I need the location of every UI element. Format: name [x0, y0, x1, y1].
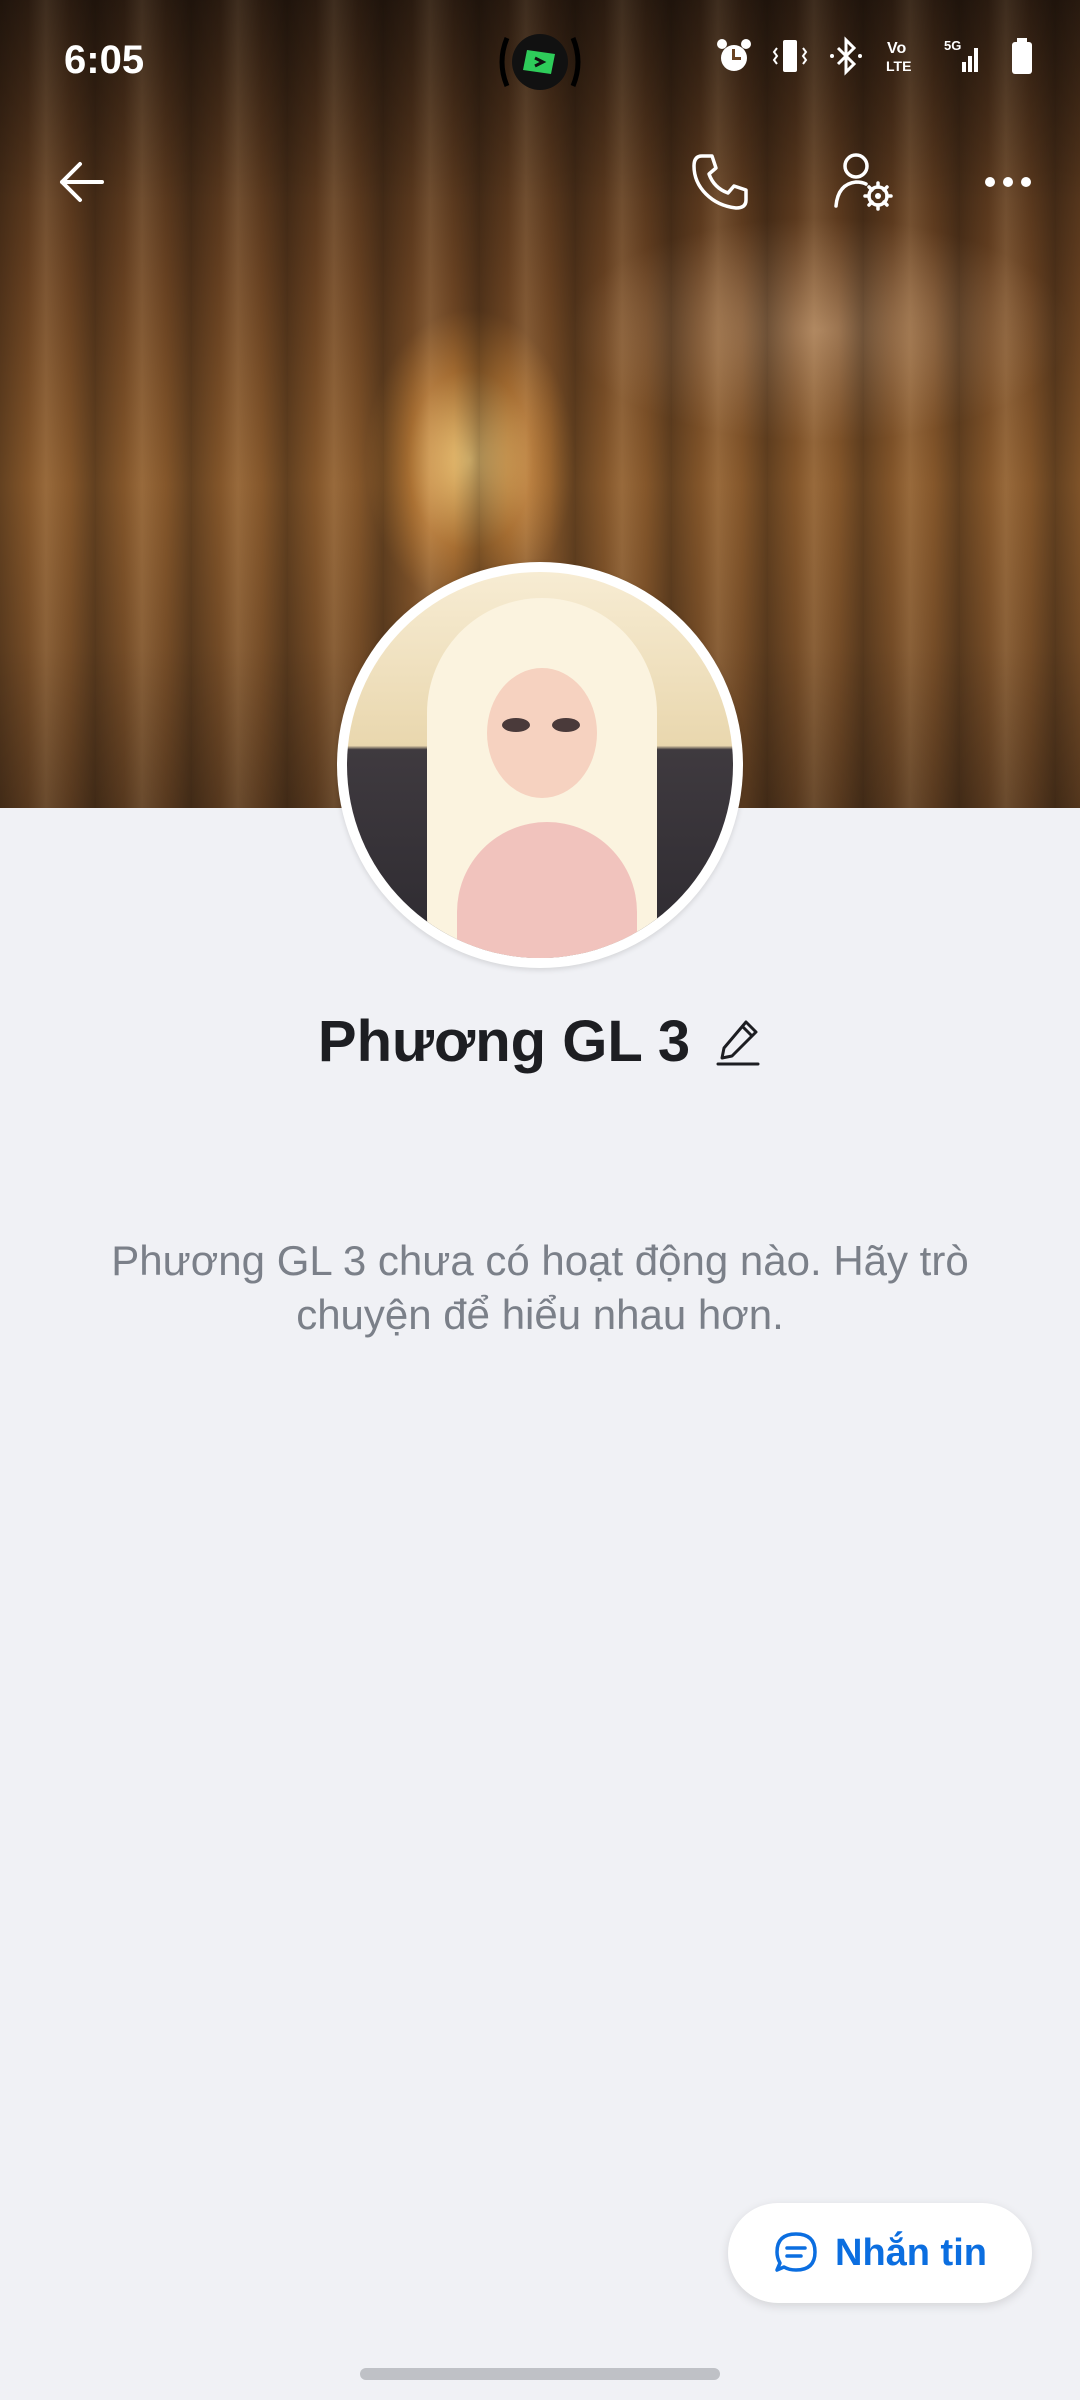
pencil-icon: [716, 1020, 760, 1065]
edit-name-button[interactable]: [714, 1016, 762, 1068]
back-button[interactable]: [38, 138, 126, 226]
avatar-image: [347, 572, 733, 958]
more-button[interactable]: [964, 138, 1052, 226]
home-indicator[interactable]: [360, 2368, 720, 2380]
message-button[interactable]: Nhắn tin: [728, 2203, 1032, 2303]
app-notification-icon: [493, 30, 587, 94]
volte-icon: VoLTE: [886, 40, 911, 74]
status-bar: 6:05 Vo LTE 5G: [0, 0, 1080, 120]
profile-avatar[interactable]: [337, 562, 743, 968]
profile-settings-button[interactable]: [820, 138, 908, 226]
status-time: 6:05: [64, 38, 145, 82]
more-horizontal-icon: [985, 177, 1031, 187]
bluetooth-icon: [830, 36, 862, 76]
alarm-icon: [717, 39, 751, 71]
profile-name: Phương GL 3: [317, 1009, 691, 1074]
call-button[interactable]: [676, 138, 764, 226]
svg-text:Vo: Vo: [887, 40, 906, 57]
status-icons: Vo LTE 5G: [716, 36, 1040, 76]
svg-text:LTE: LTE: [886, 58, 911, 74]
chat-bubble-icon: [775, 2232, 817, 2272]
arrow-left-icon: [60, 162, 104, 202]
5g-signal-icon: 5G: [944, 38, 978, 72]
message-button-label: Nhắn tin: [835, 2231, 987, 2274]
phone-icon: [692, 154, 748, 210]
vibrate-icon: [772, 40, 808, 72]
battery-icon: [1012, 38, 1032, 74]
user-gear-icon: [834, 153, 893, 211]
profile-name-row: Phương GL 3: [0, 1008, 1080, 1075]
empty-activity-message: Phương GL 3 chưa có hoạt động nào. Hãy t…: [111, 1237, 969, 1338]
svg-text:5G: 5G: [944, 38, 961, 53]
